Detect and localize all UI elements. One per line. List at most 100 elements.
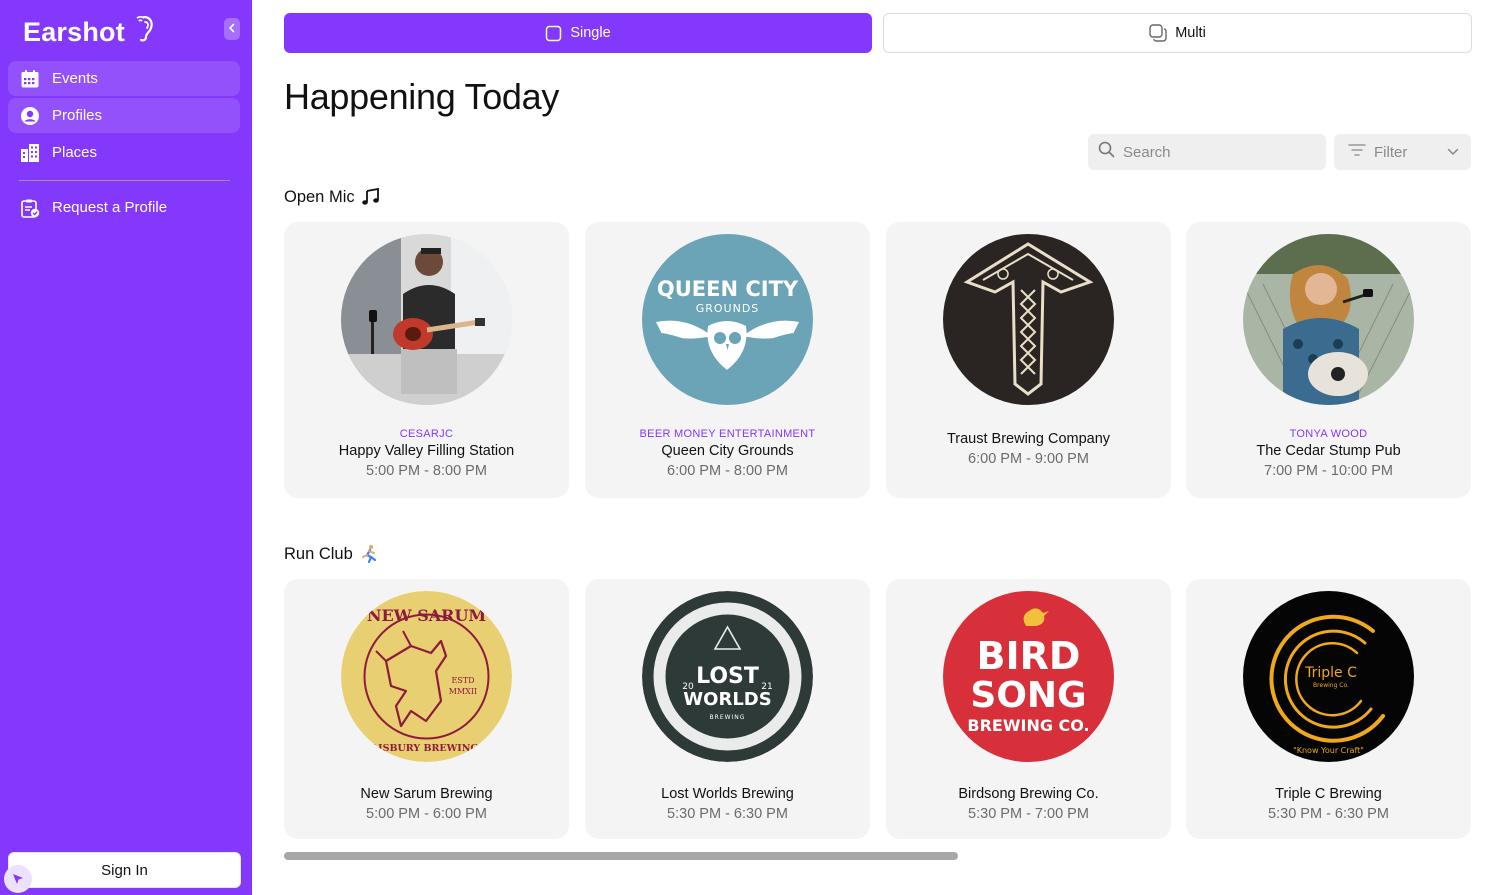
logo-subtext: SALISBURY BREWING Co xyxy=(357,743,496,754)
horizontal-scrollbar[interactable] xyxy=(284,852,958,860)
card-organizer: TONYA WOOD xyxy=(1289,428,1368,440)
sign-in-button[interactable]: Sign In xyxy=(8,852,241,888)
card-organizer: BEER MONEY ENTERTAINMENT xyxy=(639,428,816,440)
single-mode-label: Single xyxy=(570,25,611,41)
collapse-sidebar-button[interactable] xyxy=(224,18,240,40)
card-time: 5:30 PM - 7:00 PM xyxy=(968,806,1089,822)
multi-mode-button[interactable]: Multi xyxy=(883,13,1472,53)
card-venue: Birdsong Brewing Co. xyxy=(958,786,1099,802)
sidebar-item-request-profile[interactable]: Request a Profile xyxy=(8,190,240,225)
sidebar-item-label: Profiles xyxy=(52,107,103,124)
card-text: Lost Worlds Brewing 5:30 PM - 6:30 PM xyxy=(585,783,870,822)
filter-lines-icon xyxy=(1348,143,1366,162)
search-icon xyxy=(1098,141,1115,163)
search-input[interactable] xyxy=(1123,143,1313,161)
event-card[interactable]: QUEEN CITY GROUNDS BEER MONEY ENTERTAINM… xyxy=(585,222,870,498)
event-card[interactable]: NEW SARUM SALISBURY BREWING Co ESTD MMXI… xyxy=(284,579,569,839)
event-card[interactable]: BIRD SONG BREWING CO. Birdsong Brewing C… xyxy=(886,579,1171,839)
card-text: Traust Brewing Company 6:00 PM - 9:00 PM xyxy=(886,428,1171,467)
event-card[interactable]: Traust Brewing Company 6:00 PM - 9:00 PM xyxy=(886,222,1171,498)
section-title-text: Run Club xyxy=(284,544,353,563)
card-venue: The Cedar Stump Pub xyxy=(1256,443,1401,459)
logo-text: BIRD xyxy=(977,634,1081,678)
sidebar-item-profiles[interactable]: Profiles xyxy=(8,98,240,133)
traust-hammer-logo xyxy=(943,234,1114,405)
logo-small: BREWING xyxy=(710,714,746,721)
card-time: 7:00 PM - 10:00 PM xyxy=(1264,463,1393,479)
search-box[interactable] xyxy=(1088,134,1326,170)
section-title-run-club: Run Club xyxy=(284,544,379,564)
logo-text: NEW SARUM xyxy=(367,606,486,625)
filter-dropdown[interactable]: Filter xyxy=(1334,134,1471,170)
app-logo[interactable]: Earshot xyxy=(23,14,155,50)
card-organizer: CESARJC xyxy=(399,428,454,440)
logo-tagline: "Know Your Craft" xyxy=(1293,746,1364,755)
user-circle-icon xyxy=(20,106,40,126)
sidebar-divider xyxy=(19,180,230,181)
new-sarum-logo: NEW SARUM SALISBURY BREWING Co ESTD MMXI… xyxy=(341,591,512,762)
card-text: New Sarum Brewing 5:00 PM - 6:00 PM xyxy=(284,783,569,822)
card-venue: Queen City Grounds xyxy=(661,443,794,459)
logo-text: LOST xyxy=(696,664,759,689)
event-card[interactable]: CESARJC Happy Valley Filling Station 5:0… xyxy=(284,222,569,498)
logo-num-right: 21 xyxy=(761,682,772,692)
card-time: 5:30 PM - 6:30 PM xyxy=(1268,806,1389,822)
logo-est: ESTD xyxy=(451,676,474,685)
logo-num-left: 20 xyxy=(682,682,694,692)
music-note-icon xyxy=(361,187,381,207)
stacked-squares-icon xyxy=(1149,24,1167,42)
buildings-icon xyxy=(20,143,40,163)
card-time: 5:00 PM - 8:00 PM xyxy=(366,463,487,479)
card-venue: New Sarum Brewing xyxy=(360,786,493,802)
logo-year: MMXII xyxy=(449,687,477,696)
square-icon xyxy=(545,25,562,42)
cursor-icon xyxy=(4,865,32,893)
card-text: Triple C Brewing 5:30 PM - 6:30 PM xyxy=(1186,783,1471,822)
sidebar-item-places[interactable]: Places xyxy=(8,135,240,170)
sidebar: Earshot Events Profiles Places Request a… xyxy=(0,0,252,895)
calendar-icon xyxy=(20,69,40,89)
event-card[interactable]: LOST WORLDS BREWING 20 21 Lost Worlds Br… xyxy=(585,579,870,839)
card-venue: Lost Worlds Brewing xyxy=(661,786,794,802)
card-text: CESARJC Happy Valley Filling Station 5:0… xyxy=(284,428,569,479)
card-time: 5:00 PM - 6:00 PM xyxy=(366,806,487,822)
lost-worlds-logo: LOST WORLDS BREWING 20 21 xyxy=(642,591,813,762)
card-venue: Traust Brewing Company xyxy=(946,431,1111,447)
card-time: 6:00 PM - 9:00 PM xyxy=(968,451,1089,467)
logo-subtext: GROUNDS xyxy=(696,302,760,315)
filter-label: Filter xyxy=(1374,143,1408,161)
card-venue: Happy Valley Filling Station xyxy=(338,443,515,459)
queen-city-grounds-logo: QUEEN CITY GROUNDS xyxy=(642,234,813,405)
app-name: Earshot xyxy=(23,16,125,47)
logo-text: Triple C xyxy=(1304,665,1357,681)
clipboard-check-icon xyxy=(20,198,40,218)
sidebar-item-label: Events xyxy=(52,70,98,87)
section-title-open-mic: Open Mic xyxy=(284,187,381,207)
birdsong-logo: BIRD SONG BREWING CO. xyxy=(943,591,1114,762)
triple-c-logo: Triple C Brewing Co. "Know Your Craft" xyxy=(1243,591,1414,762)
card-time: 5:30 PM - 6:30 PM xyxy=(667,806,788,822)
logo-text: QUEEN CITY xyxy=(657,277,799,301)
card-text: Birdsong Brewing Co. 5:30 PM - 7:00 PM xyxy=(886,783,1171,822)
ear-icon xyxy=(129,13,155,48)
page-title: Happening Today xyxy=(284,76,560,117)
event-card[interactable]: Triple C Brewing Co. "Know Your Craft" T… xyxy=(1186,579,1471,839)
event-card[interactable]: TONYA WOOD The Cedar Stump Pub 7:00 PM -… xyxy=(1186,222,1471,498)
card-text: TONYA WOOD The Cedar Stump Pub 7:00 PM -… xyxy=(1186,428,1471,479)
sidebar-item-label: Places xyxy=(52,144,98,161)
card-text: BEER MONEY ENTERTAINMENT Queen City Grou… xyxy=(585,428,870,479)
card-venue: Triple C Brewing xyxy=(1275,786,1382,802)
chevron-left-icon xyxy=(228,20,236,38)
card-time: 6:00 PM - 8:00 PM xyxy=(667,463,788,479)
logo-small: Brewing Co. xyxy=(1313,682,1349,689)
logo-subtext: WORLDS xyxy=(683,689,771,710)
runner-icon xyxy=(359,544,379,564)
logo-subtext: SONG xyxy=(970,675,1086,716)
sidebar-item-events[interactable]: Events xyxy=(8,61,240,96)
sidebar-item-label: Request a Profile xyxy=(52,199,168,216)
chevron-down-icon xyxy=(1447,148,1459,156)
single-mode-button[interactable]: Single xyxy=(284,13,872,53)
multi-mode-label: Multi xyxy=(1175,25,1206,41)
sign-in-label: Sign In xyxy=(101,861,148,879)
logo-small: BREWING CO. xyxy=(967,716,1089,735)
